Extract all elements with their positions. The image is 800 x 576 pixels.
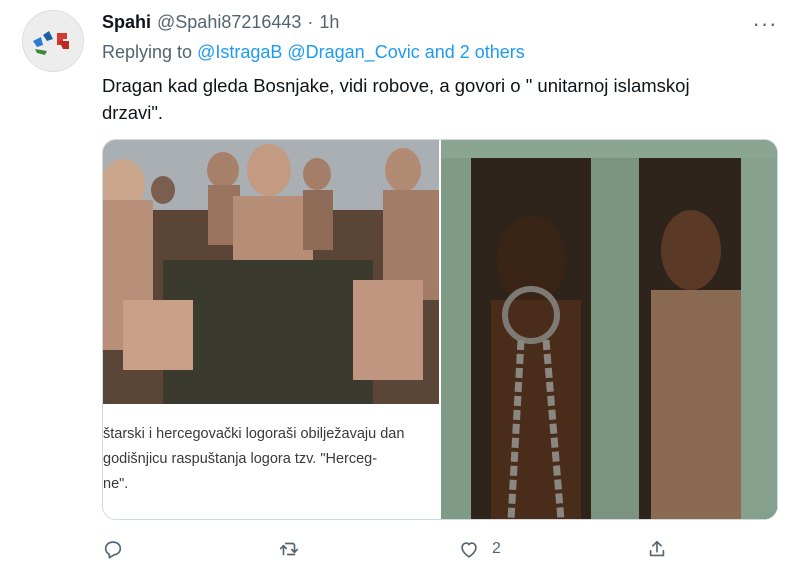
avatar-symbols-icon: [23, 11, 83, 71]
more-dots-icon[interactable]: ···: [752, 13, 778, 35]
replying-prefix: Replying to: [102, 42, 198, 62]
media-left[interactable]: štarski i hercegovački logoraši obilježa…: [103, 140, 439, 519]
separator-dot: ·: [307, 12, 314, 32]
retweet-button[interactable]: [278, 532, 300, 566]
like-button[interactable]: 2: [458, 532, 501, 566]
tweet-text: Dragan kad gleda Bosnjake, vidi robove, …: [102, 75, 690, 123]
reply-icon: [104, 541, 122, 559]
reply-button[interactable]: [102, 532, 124, 566]
timestamp[interactable]: 1h: [319, 12, 339, 33]
replying-to: Replying to @IstragaB @Dragan_Covic and …: [102, 42, 525, 63]
avatar[interactable]: [22, 10, 84, 72]
author-name[interactable]: Spahi: [102, 12, 151, 33]
share-icon: [649, 540, 665, 557]
like-count: 2: [492, 540, 501, 557]
photo-camp-prisoners: [103, 140, 439, 404]
tweet-header: Spahi @Spahi87216443 · 1h: [102, 12, 339, 36]
share-button[interactable]: [646, 532, 668, 566]
action-bar: 2: [102, 532, 778, 566]
tweet[interactable]: Spahi @Spahi87216443 · 1h ··· Replying t…: [0, 0, 800, 576]
author-handle[interactable]: @Spahi87216443: [157, 12, 301, 33]
reply-mentions-link[interactable]: @IstragaB @Dragan_Covic and 2 others: [197, 42, 525, 62]
heart-icon: [461, 542, 477, 558]
photo-chained-slave-drawing: [441, 140, 777, 519]
media-grid[interactable]: štarski i hercegovački logoraši obilježa…: [102, 139, 778, 520]
retweet-icon: [279, 542, 299, 556]
photo-camp-prisoners-drawing: [103, 140, 439, 404]
image-caption: štarski i hercegovački logoraši obilježa…: [103, 426, 405, 492]
photo-chained-slave[interactable]: [441, 140, 777, 519]
